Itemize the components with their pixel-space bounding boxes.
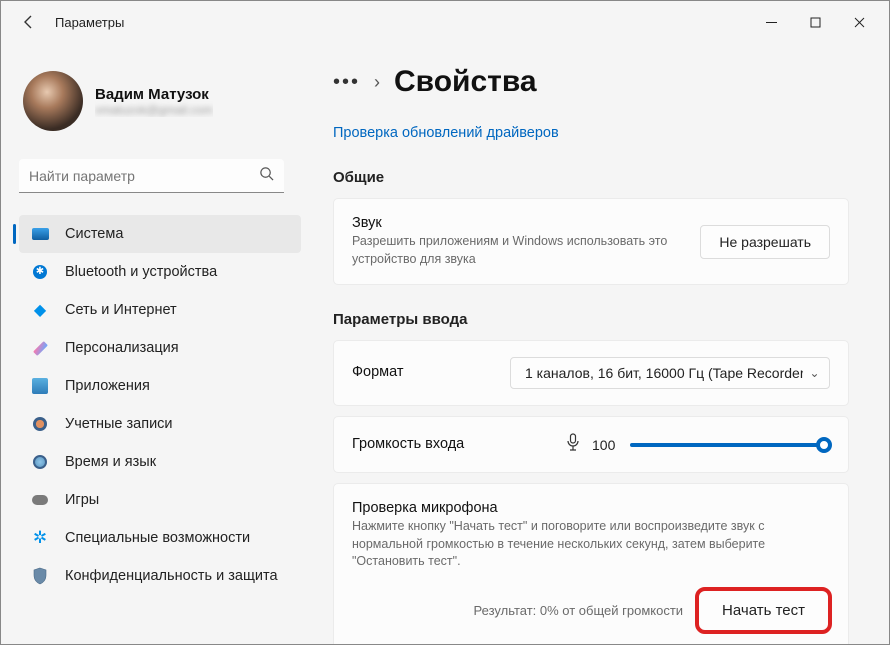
mic-test-card: Проверка микрофона Нажмите кнопку "Начат… <box>333 483 849 644</box>
minimize-button[interactable] <box>749 6 793 38</box>
accounts-icon <box>31 415 49 433</box>
wifi-icon: ◆ <box>31 301 49 319</box>
clock-icon <box>31 453 49 471</box>
maximize-button[interactable] <box>793 6 837 38</box>
volume-card: Громкость входа 100 <box>333 416 849 473</box>
sound-desc: Разрешить приложениям и Windows использо… <box>352 233 684 268</box>
system-icon <box>31 225 49 243</box>
chevron-right-icon: › <box>374 72 380 93</box>
window-controls <box>749 6 881 38</box>
sidebar-item-accessibility[interactable]: ✲ Специальные возможности <box>19 519 301 557</box>
titlebar: Параметры <box>1 1 889 43</box>
profile-name: Вадим Матузок <box>95 86 213 103</box>
mic-test-title: Проверка микрофона <box>352 500 830 516</box>
microphone-icon[interactable] <box>566 433 580 456</box>
driver-update-link[interactable]: Проверка обновлений драйверов <box>333 125 559 141</box>
section-general-heading: Общие <box>333 169 849 186</box>
breadcrumb: ••• › Свойства <box>333 65 849 99</box>
accessibility-icon: ✲ <box>31 529 49 547</box>
disallow-button[interactable]: Не разрешать <box>700 225 830 259</box>
format-value: 1 каналов, 16 бит, 16000 Гц (Tape Record… <box>525 365 803 381</box>
close-button[interactable] <box>837 6 881 38</box>
breadcrumb-more[interactable]: ••• <box>333 71 360 94</box>
sidebar-item-games[interactable]: Игры <box>19 481 301 519</box>
search-icon <box>259 166 274 185</box>
mic-test-result: Результат: 0% от общей громкости <box>474 603 684 618</box>
format-label: Формат <box>352 364 404 380</box>
shield-icon <box>31 567 49 585</box>
sidebar-item-apps[interactable]: Приложения <box>19 367 301 405</box>
back-button[interactable] <box>21 14 37 30</box>
sidebar-item-personalization[interactable]: Персонализация <box>19 329 301 367</box>
profile-block[interactable]: Вадим Матузок vmatuzok@gmail.com <box>19 67 301 155</box>
search-box[interactable] <box>19 159 284 193</box>
volume-label: Громкость входа <box>352 436 464 452</box>
start-test-button[interactable]: Начать тест <box>697 589 830 632</box>
sidebar-item-time[interactable]: Время и язык <box>19 443 301 481</box>
volume-slider[interactable] <box>630 443 830 447</box>
page-title: Свойства <box>394 65 537 99</box>
sidebar-item-bluetooth[interactable]: ✱ Bluetooth и устройства <box>19 253 301 291</box>
sound-title: Звук <box>352 215 684 231</box>
gamepad-icon <box>31 491 49 509</box>
mic-test-desc: Нажмите кнопку "Начать тест" и поговорит… <box>352 518 830 571</box>
search-input[interactable] <box>29 168 259 184</box>
section-input-heading: Параметры ввода <box>333 311 849 328</box>
sidebar: Вадим Матузок vmatuzok@gmail.com Система… <box>1 43 311 644</box>
avatar <box>23 71 83 131</box>
profile-email: vmatuzok@gmail.com <box>95 103 213 117</box>
slider-thumb[interactable] <box>816 437 832 453</box>
brush-icon <box>31 339 49 357</box>
format-card: Формат 1 каналов, 16 бит, 16000 Гц (Tape… <box>333 340 849 406</box>
apps-icon <box>31 377 49 395</box>
window-title: Параметры <box>55 15 124 30</box>
bluetooth-icon: ✱ <box>31 263 49 281</box>
sidebar-item-accounts[interactable]: Учетные записи <box>19 405 301 443</box>
chevron-down-icon: ⌄ <box>809 366 819 380</box>
sidebar-item-network[interactable]: ◆ Сеть и Интернет <box>19 291 301 329</box>
main-content: ••• › Свойства Проверка обновлений драйв… <box>311 43 889 644</box>
volume-value: 100 <box>592 437 618 453</box>
sound-card: Звук Разрешить приложениям и Windows исп… <box>333 198 849 285</box>
sidebar-item-privacy[interactable]: Конфиденциальность и защита <box>19 557 301 595</box>
format-select[interactable]: 1 каналов, 16 бит, 16000 Гц (Tape Record… <box>510 357 830 389</box>
sidebar-item-system[interactable]: Система <box>19 215 301 253</box>
